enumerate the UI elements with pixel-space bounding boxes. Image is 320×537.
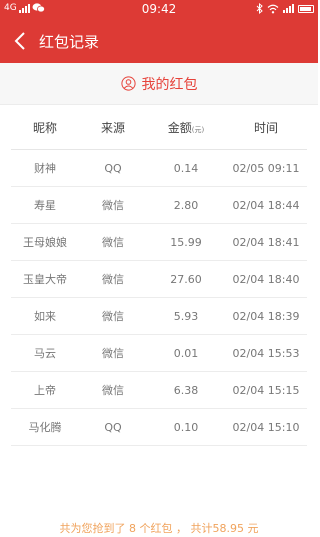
header-amount: 金额(元) [147,119,225,136]
header-time: 时间 [253,120,278,135]
back-button[interactable] [6,27,34,55]
row-nickname: 寿星 [34,199,56,212]
table-row: 如来 微信 5.93 02/04 18:39 [11,298,307,335]
row-amount: 2.80 [173,198,199,212]
table-row: 财神 QQ 0.14 02/05 09:11 [11,150,307,187]
table-row: 上帝 微信 6.38 02/04 15:15 [11,372,307,409]
table-row: 马化腾 QQ 0.10 02/04 15:10 [11,409,307,446]
header-amount-label: 金额 [167,120,192,135]
header-nickname: 昵称 [32,120,57,135]
row-source: QQ [104,161,122,175]
row-source: QQ [104,420,122,434]
row-nickname: 财神 [34,162,56,175]
row-source: 微信 [102,273,124,286]
chevron-left-icon [14,32,25,50]
row-source: 微信 [102,384,124,397]
row-time: 02/04 15:53 [232,346,300,360]
banner-label: 我的红包 [141,76,198,93]
row-time: 02/04 15:15 [232,383,300,397]
row-time: 02/05 09:11 [232,161,300,175]
row-source: 微信 [102,199,124,212]
battery-icon [298,4,314,13]
header-source: 来源 [100,120,125,135]
table-row: 玉皇大帝 微信 27.60 02/04 18:40 [11,261,307,298]
row-source: 微信 [102,347,124,360]
my-redpacket-banner: 我的红包 [0,63,318,105]
row-source: 微信 [102,310,124,323]
table-row: 马云 微信 0.01 02/04 15:53 [11,335,307,372]
row-amount: 0.14 [173,161,199,175]
row-nickname: 王母娘娘 [23,236,67,249]
row-amount: 15.99 [170,235,202,249]
redpacket-table: 昵称 来源 金额(元) 时间 财神 QQ 0.14 02/05 09:11 寿星… [0,105,318,446]
row-amount: 0.01 [173,346,199,360]
row-time: 02/04 18:44 [232,198,300,212]
bluetooth-icon [256,3,263,14]
row-amount: 5.93 [173,309,199,323]
page-title: 红包记录 [39,33,100,51]
row-nickname: 如来 [34,310,56,323]
user-circle-icon [120,76,136,91]
status-bar: 4G 09:42 [0,0,318,19]
row-amount: 0.10 [173,420,199,434]
header-amount-unit: (元) [191,125,205,134]
status-right [256,3,314,14]
summary-text: 共为您抢到了 8 个红包 ， 共计58.95 元 [59,522,259,535]
row-time: 02/04 18:41 [232,235,300,249]
row-nickname: 马化腾 [28,421,62,434]
row-nickname: 马云 [34,347,56,360]
table-row: 王母娘娘 微信 15.99 02/04 18:41 [11,224,307,261]
table-row: 寿星 微信 2.80 02/04 18:44 [11,187,307,224]
row-time: 02/04 18:40 [232,272,300,286]
cell-signal-icon [283,4,294,13]
row-amount: 6.38 [173,383,199,397]
row-nickname: 玉皇大帝 [23,273,67,286]
row-nickname: 上帝 [34,384,56,397]
wifi-icon [267,4,279,13]
row-time: 02/04 15:10 [232,420,300,434]
row-time: 02/04 18:39 [232,309,300,323]
row-amount: 27.60 [170,272,202,286]
table-header: 昵称 来源 金额(元) 时间 [0,105,318,149]
row-source: 微信 [102,236,124,249]
nav-bar: 红包记录 [0,19,318,63]
